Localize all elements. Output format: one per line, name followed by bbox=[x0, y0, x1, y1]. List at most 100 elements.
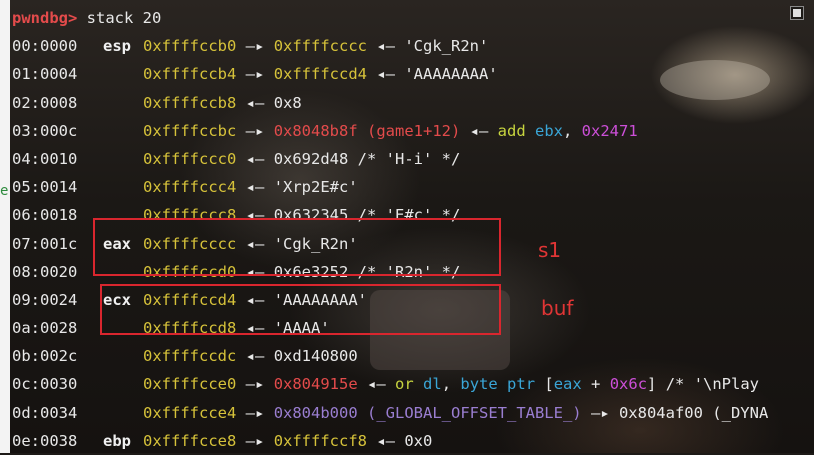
stack-offset: 07:001c bbox=[12, 234, 78, 253]
stack-row: 0c:0030 0xffffcce0 —▸ 0x804915e ◂— or dl,… bbox=[12, 370, 814, 398]
stack-offset: 00:0000 bbox=[12, 37, 78, 56]
pointer-arrow: ◂— bbox=[245, 347, 265, 366]
stack-value: ◂— bbox=[357, 375, 396, 394]
stack-value: ◂— 'Cgk_R2n' bbox=[367, 37, 489, 56]
stack-address: 0xffffcce0 bbox=[143, 375, 237, 394]
stack-address: 0xffffccbc bbox=[143, 121, 237, 140]
stack-offset: 09:0024 bbox=[12, 290, 78, 309]
margin-letter: e bbox=[0, 183, 9, 199]
stack-value: 'AAAAAAAA' bbox=[273, 290, 368, 309]
stack-row: 07:001c eax 0xffffcccc ◂— 'Cgk_R2n' bbox=[12, 230, 814, 258]
stack-address: 0xffffccc8 bbox=[143, 206, 237, 225]
stack-value: + bbox=[581, 375, 610, 394]
stack-value: ◂— 0x0 bbox=[367, 431, 433, 450]
stack-row: 06:0018 0xffffccc8 ◂— 0x632345 /* 'E#c' *… bbox=[12, 201, 814, 229]
stack-value: —▸ 0x804af00 (_DYNA bbox=[581, 403, 769, 422]
stack-offset: 08:0020 bbox=[12, 262, 78, 281]
pointer-arrow: —▸ bbox=[245, 121, 265, 140]
register-label: ecx bbox=[103, 290, 131, 309]
stack-row: 02:0008 0xffffccb8 ◂— 0x8 bbox=[12, 89, 814, 117]
stack-address: 0xffffccd4 bbox=[143, 290, 237, 309]
buf-annotation: buf bbox=[541, 296, 574, 320]
stack-offset: 02:0008 bbox=[12, 93, 78, 112]
stack-value: add bbox=[497, 121, 526, 140]
command-line: pwndbg> stack 20 bbox=[12, 4, 814, 32]
stack-row: 09:0024 ecx 0xffffccd4 ◂— 'AAAAAAAA' bbox=[12, 286, 814, 314]
stack-row: 0b:002c 0xffffccdc ◂— 0xd140800 bbox=[12, 342, 814, 370]
prompt: pwndbg> bbox=[12, 9, 78, 27]
stack-value bbox=[414, 375, 423, 393]
stack-value: 'Cgk_R2n' bbox=[273, 234, 358, 253]
stack-value: 0x6e3252 /* 'R2n' */ bbox=[273, 262, 461, 281]
stack-value: ◂— bbox=[460, 121, 498, 140]
window-maximize-icon[interactable] bbox=[790, 6, 804, 20]
stack-value: dl bbox=[423, 375, 442, 394]
stack-row: 0e:0038 ebp 0xffffcce8 —▸ 0xffffccf8 ◂— 0x… bbox=[12, 427, 814, 455]
s1-annotation: s1 bbox=[538, 238, 562, 262]
pointer-arrow: ◂— bbox=[245, 149, 265, 168]
pointer-arrow: ◂— bbox=[245, 262, 265, 281]
stack-offset: 0e:0038 bbox=[12, 431, 78, 450]
stack-value: 0x804915e bbox=[273, 375, 358, 394]
stack-address: 0xffffccd8 bbox=[143, 319, 237, 338]
pointer-arrow: ◂— bbox=[245, 178, 265, 197]
stack-value: 0x632345 /* 'E#c' */ bbox=[273, 206, 461, 225]
stack-value: eax bbox=[553, 375, 582, 394]
stack-value: byte ptr bbox=[460, 375, 536, 394]
stack-address: 0xffffccb4 bbox=[143, 65, 237, 84]
register-label: esp bbox=[103, 37, 131, 56]
stack-offset: 0c:0030 bbox=[12, 375, 78, 394]
pointer-arrow: ◂— bbox=[245, 319, 265, 338]
stack-value: 0xffffcccc bbox=[273, 37, 368, 56]
stack-offset: 06:0018 bbox=[12, 206, 78, 225]
stack-value: 0x692d48 /* 'H-i' */ bbox=[273, 149, 461, 168]
stack-value: ebx bbox=[535, 121, 563, 140]
stack-address: 0xffffccb0 bbox=[143, 37, 237, 56]
stack-value: 0x804b000 (_GLOBAL_OFFSET_TABLE_) bbox=[273, 403, 582, 422]
stack-offset: 0d:0034 bbox=[12, 403, 78, 422]
stack-value: 0x8048b8f (game1+12) bbox=[273, 121, 461, 140]
stack-row: 00:0000 esp 0xffffccb0 —▸ 0xffffcccc ◂— 'C… bbox=[12, 32, 814, 60]
stack-value: 0xffffccd4 bbox=[273, 65, 368, 84]
stack-offset: 01:0004 bbox=[12, 65, 78, 84]
stack-value: 0x2471 bbox=[581, 121, 638, 140]
stack-rows: 00:0000 esp 0xffffccb0 —▸ 0xffffcccc ◂— 'C… bbox=[12, 32, 814, 455]
stack-address: 0xffffccd0 bbox=[143, 262, 237, 281]
terminal-output[interactable]: pwndbg> stack 20 00:0000 esp 0xffffccb0 —▸… bbox=[12, 4, 814, 455]
pointer-arrow: —▸ bbox=[245, 403, 265, 422]
pointer-arrow: —▸ bbox=[245, 431, 265, 450]
stack-address: 0xffffccc4 bbox=[143, 178, 237, 197]
stack-value: or bbox=[395, 375, 414, 394]
stack-value: 'AAAA' bbox=[273, 319, 330, 338]
stack-value: 'Xrp2E#c' bbox=[273, 178, 358, 197]
stack-value: 0xd140800 bbox=[273, 347, 358, 366]
stack-value: ◂— 'AAAAAAAA' bbox=[367, 65, 498, 84]
pointer-arrow: ◂— bbox=[245, 234, 265, 253]
stack-address: 0xffffccb8 bbox=[143, 93, 237, 112]
pointer-arrow: —▸ bbox=[245, 37, 265, 56]
stack-value: [ bbox=[535, 375, 554, 394]
stack-value: 0x8 bbox=[273, 93, 302, 112]
stack-address: 0xffffccdc bbox=[143, 347, 237, 366]
pointer-arrow: ◂— bbox=[245, 206, 265, 225]
stack-value: 0x6c bbox=[609, 375, 648, 394]
stack-value: 0xffffccf8 bbox=[273, 431, 368, 450]
stack-row: 0a:0028 0xffffccd8 ◂— 'AAAA' bbox=[12, 314, 814, 342]
stack-offset: 0b:002c bbox=[12, 347, 78, 366]
stack-value: , bbox=[441, 375, 461, 394]
pointer-arrow: ◂— bbox=[245, 290, 265, 309]
pointer-arrow: —▸ bbox=[245, 65, 265, 84]
stack-offset: 0a:0028 bbox=[12, 319, 78, 338]
stack-offset: 05:0014 bbox=[12, 178, 78, 197]
register-label: eax bbox=[103, 234, 131, 253]
stack-row: 0d:0034 0xffffcce4 —▸ 0x804b000 (_GLOBAL_… bbox=[12, 399, 814, 427]
stack-offset: 03:000c bbox=[12, 121, 78, 140]
left-window-edge bbox=[0, 0, 10, 453]
register-label: ebp bbox=[103, 431, 131, 450]
stack-value: ] /* '\nPlay bbox=[647, 375, 760, 394]
stack-row: 04:0010 0xffffccc0 ◂— 0x692d48 /* 'H-i' *… bbox=[12, 145, 814, 173]
pointer-arrow: ◂— bbox=[245, 93, 265, 112]
pointer-arrow: —▸ bbox=[245, 375, 265, 394]
stack-offset: 04:0010 bbox=[12, 149, 78, 168]
stack-value: , bbox=[563, 121, 582, 140]
